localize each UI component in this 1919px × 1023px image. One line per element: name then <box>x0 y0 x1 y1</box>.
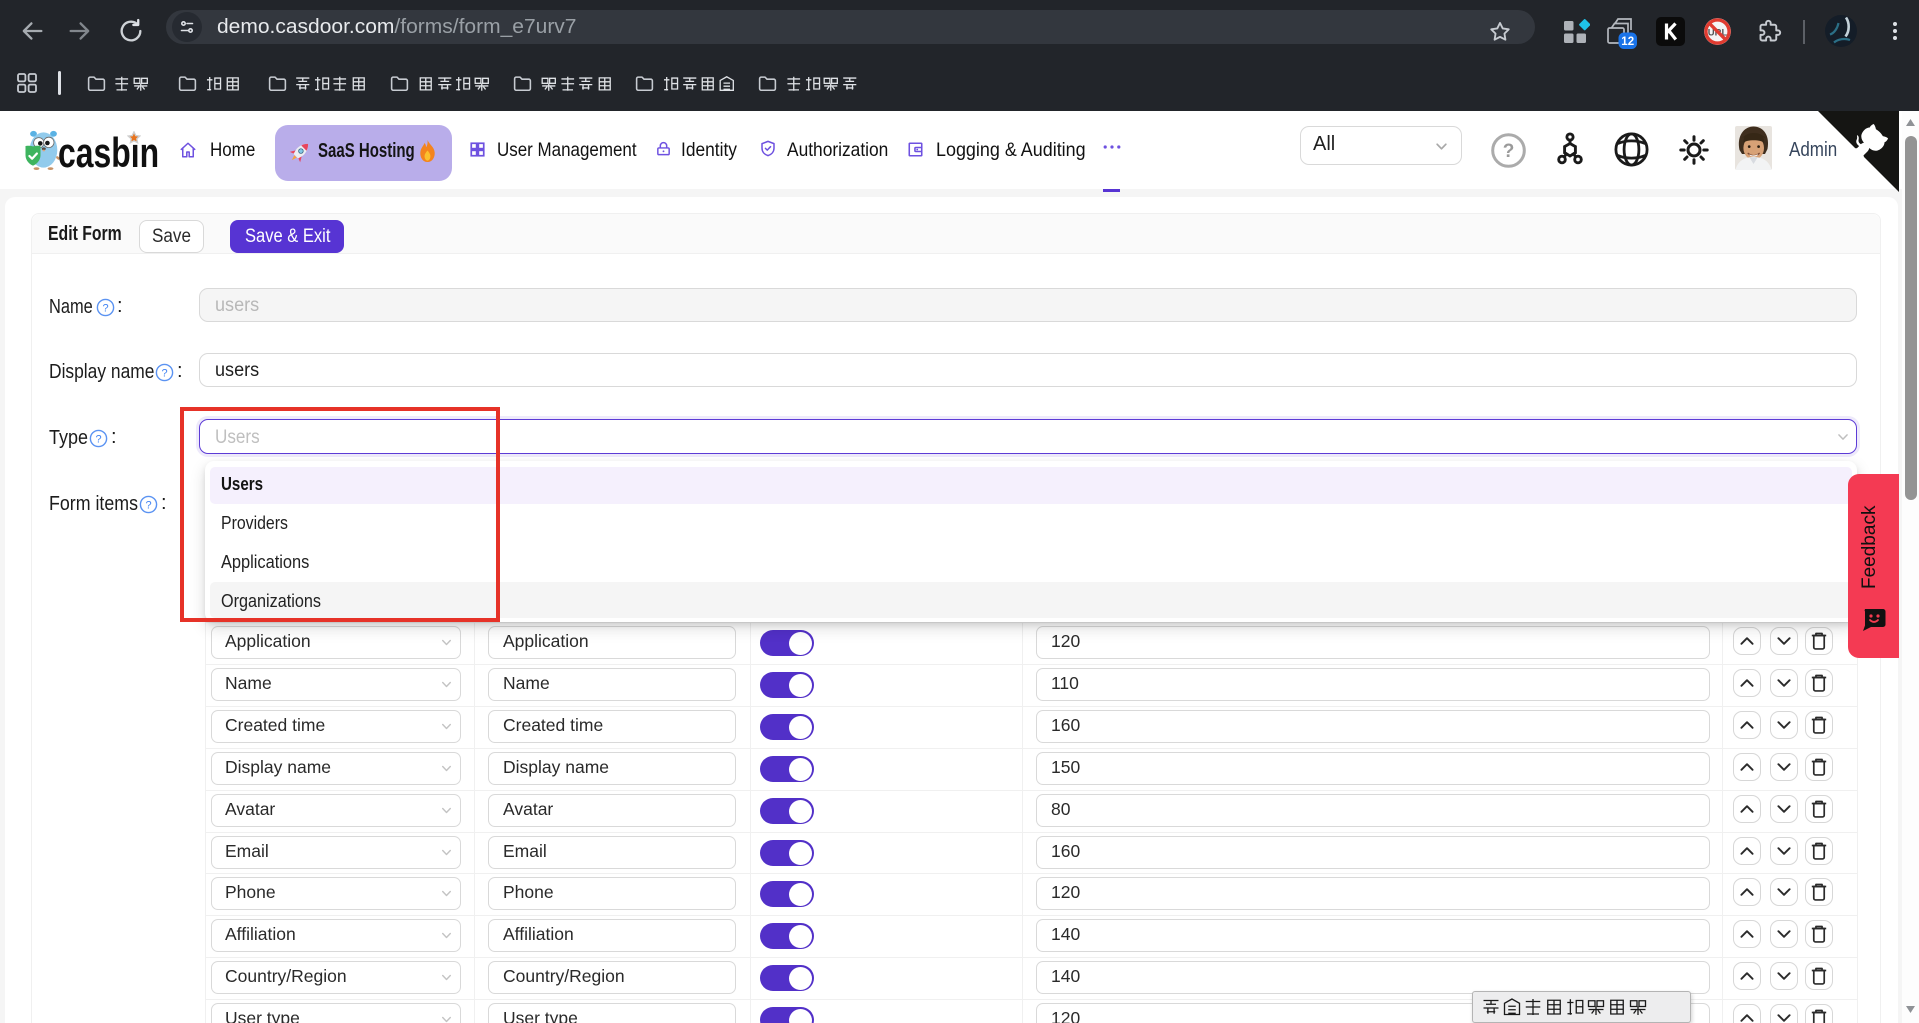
svg-text:12: 12 <box>1621 36 1634 48</box>
svg-text:?: ? <box>102 303 108 315</box>
svg-text:?: ? <box>161 368 167 380</box>
svg-text:?: ? <box>95 434 101 446</box>
svg-text:?: ? <box>1503 141 1515 162</box>
svg-text:?: ? <box>145 500 151 512</box>
